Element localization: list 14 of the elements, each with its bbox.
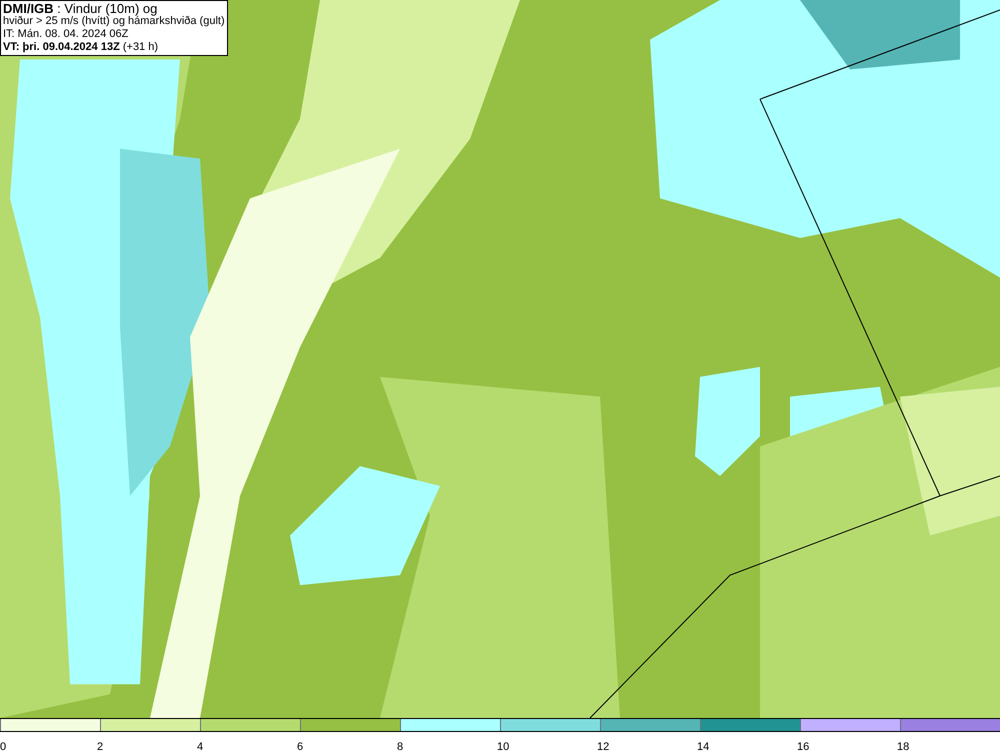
scale-label: 16 [797, 741, 810, 753]
scale-label: 4 [197, 741, 204, 753]
scale-label: 2 [97, 741, 104, 753]
scale-label: 6 [297, 741, 304, 753]
info-text: hviður > 25 m/s (hvítt) og hámarkshviða (gult) [3, 15, 225, 28]
scale-label: 14 [697, 741, 710, 753]
scale-label: 18 [897, 741, 910, 753]
info-text: IT: Mán. 08. 04. 2024 06Z [3, 28, 130, 41]
info-text: DMI/IGB : Vindur (10m) og [3, 2, 158, 15]
scale-label: 12 [597, 741, 610, 753]
scale-label: 8 [397, 741, 404, 753]
scale-label: 10 [497, 741, 510, 753]
scale-label: 0 [0, 741, 6, 753]
info-text: VT: þri. 09.04.2024 13Z (+31 h) [3, 41, 160, 54]
